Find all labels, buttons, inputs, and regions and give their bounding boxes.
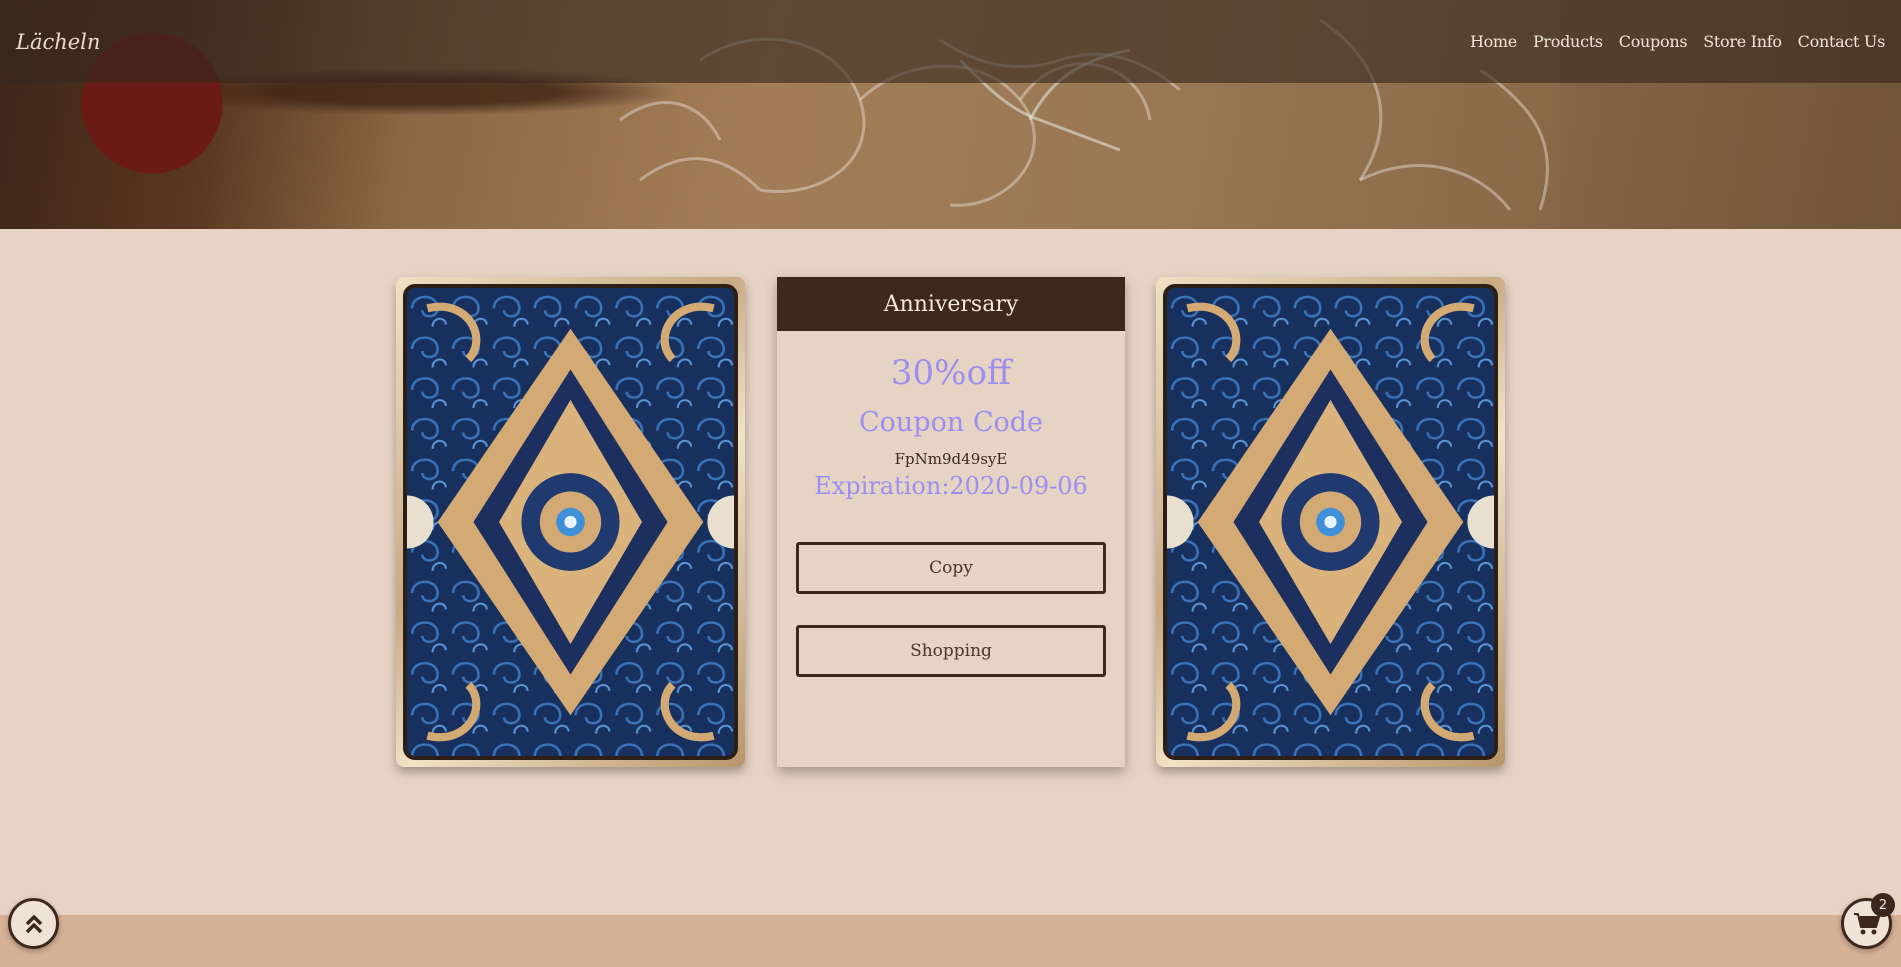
coupon-code-label: Coupon Code [859,407,1043,438]
shopping-button[interactable]: Shopping [796,625,1106,677]
top-navbar: Lächeln Home Products Coupons Store Info… [0,0,1901,83]
nav-contact-us[interactable]: Contact Us [1798,32,1886,51]
coupon-code-value: FpNm9d49syE [894,450,1008,468]
back-to-top-button[interactable] [8,898,59,949]
decorative-card-right [1156,277,1505,767]
brand-logo[interactable]: Lächeln [16,30,100,54]
ornamental-card-art [403,284,738,760]
chevron-double-up-icon [25,914,42,933]
nav-coupons[interactable]: Coupons [1619,32,1688,51]
ornamental-card-art [1163,284,1498,760]
main-nav: Home Products Coupons Store Info Contact… [1470,32,1885,51]
nav-products[interactable]: Products [1533,32,1603,51]
copy-button[interactable]: Copy [796,542,1106,594]
hero-banner: Lächeln Home Products Coupons Store Info… [0,0,1901,229]
nav-home[interactable]: Home [1470,32,1517,51]
coupon-discount: 30%off [890,353,1012,393]
coupon-card: Anniversary 30%off Coupon Code FpNm9d49s… [777,277,1125,767]
coupon-expiration: Expiration:2020-09-06 [814,472,1088,500]
decorative-card-left [396,277,745,767]
coupon-title: Anniversary [777,277,1125,331]
cart-button[interactable]: 2 [1841,893,1895,949]
footer-band [0,915,1901,967]
cart-count-badge: 2 [1871,893,1895,917]
nav-store-info[interactable]: Store Info [1703,32,1782,51]
